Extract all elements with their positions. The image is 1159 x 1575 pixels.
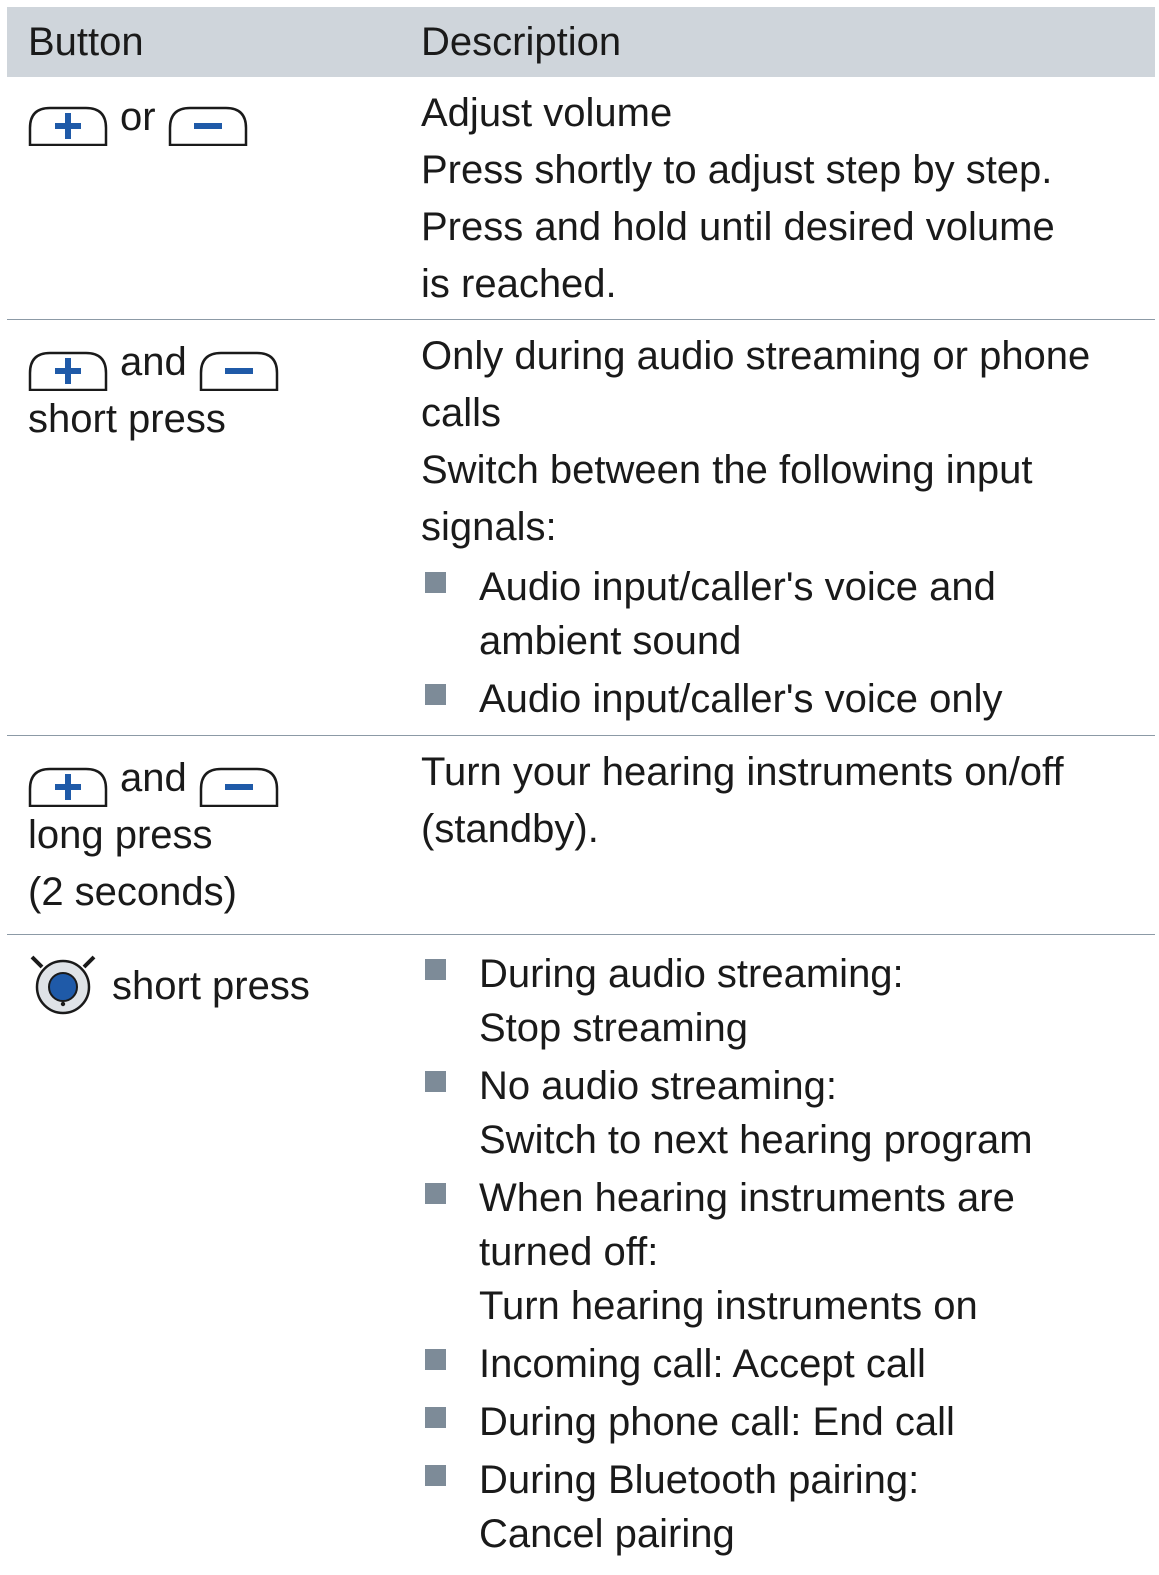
bullet-item: During phone call: End call [421, 1395, 1151, 1449]
description-line: Press shortly to adjust step by step. [421, 148, 1053, 192]
bullet-item: Audio input/caller's voice only [421, 672, 1151, 726]
description-line: signals: [421, 505, 557, 549]
program-button-icon [28, 953, 98, 1015]
bullet-square-icon [425, 1183, 446, 1204]
bullet-item: During audio streaming: Stop streaming [421, 947, 1151, 1055]
description-cell: Turn your hearing instruments on/off (st… [421, 744, 1151, 858]
description-line: Adjust volume [421, 91, 673, 135]
connector-and: and [120, 340, 187, 384]
header-button: Button [28, 20, 144, 64]
bullet-square-icon [425, 1349, 446, 1370]
description-line: Turn your hearing instruments on/off [421, 750, 1064, 794]
connector-or: or [120, 95, 156, 139]
minus-button-icon [168, 106, 248, 146]
description-cell: Only during audio streaming or phone cal… [421, 328, 1151, 726]
bullet-item: When hearing instruments are turned off:… [421, 1171, 1151, 1333]
plus-button-icon [28, 106, 108, 146]
bullet-square-icon [425, 959, 446, 980]
button-caption: short press [112, 964, 310, 1008]
bullet-square-icon [425, 572, 446, 593]
button-cell: short press [28, 953, 322, 1015]
button-cell: and short press [28, 334, 279, 448]
description-cell: During audio streaming: Stop streaming N… [421, 943, 1151, 1561]
bullet-item: No audio streaming: Switch to next heari… [421, 1059, 1151, 1167]
table-row: or Adjust volume Press shortly to adjust… [7, 77, 1155, 320]
button-caption: (2 seconds) [28, 870, 237, 914]
plus-button-icon [28, 351, 108, 391]
bullet-square-icon [425, 684, 446, 705]
table-row: and long press (2 seconds) Turn your hea… [7, 736, 1155, 935]
description-line: Press and hold until desired volume [421, 205, 1055, 249]
button-caption: long press [28, 813, 213, 857]
minus-button-icon [199, 351, 279, 391]
table-header: Button Description [7, 7, 1155, 77]
description-line: Only during audio streaming or phone [421, 334, 1091, 378]
bullet-square-icon [425, 1071, 446, 1092]
bullet-item: Audio input/caller's voice and ambient s… [421, 560, 1151, 668]
table-row: and short press Only during audio stream… [7, 320, 1155, 736]
description-line: (standby). [421, 807, 599, 851]
description-line: calls [421, 391, 502, 435]
description-cell: Adjust volume Press shortly to adjust st… [421, 85, 1151, 313]
bullet-item: Incoming call: Accept call [421, 1337, 1151, 1391]
description-line: is reached. [421, 262, 617, 306]
button-description-table: Button Description or Adjust volume Pres… [7, 7, 1155, 1575]
bullet-item: During Bluetooth pairing: Cancel pairing [421, 1453, 1151, 1561]
button-cell: and long press (2 seconds) [28, 750, 279, 921]
connector-and: and [120, 756, 187, 800]
table-row: short press During audio streaming: Stop… [7, 935, 1155, 1575]
button-cell: or [28, 89, 248, 146]
plus-button-icon [28, 767, 108, 807]
minus-button-icon [199, 767, 279, 807]
header-description: Description [421, 20, 622, 64]
button-caption: short press [28, 397, 226, 441]
bullet-square-icon [425, 1465, 446, 1486]
bullet-square-icon [425, 1407, 446, 1428]
description-line: Switch between the following input [421, 448, 1033, 492]
